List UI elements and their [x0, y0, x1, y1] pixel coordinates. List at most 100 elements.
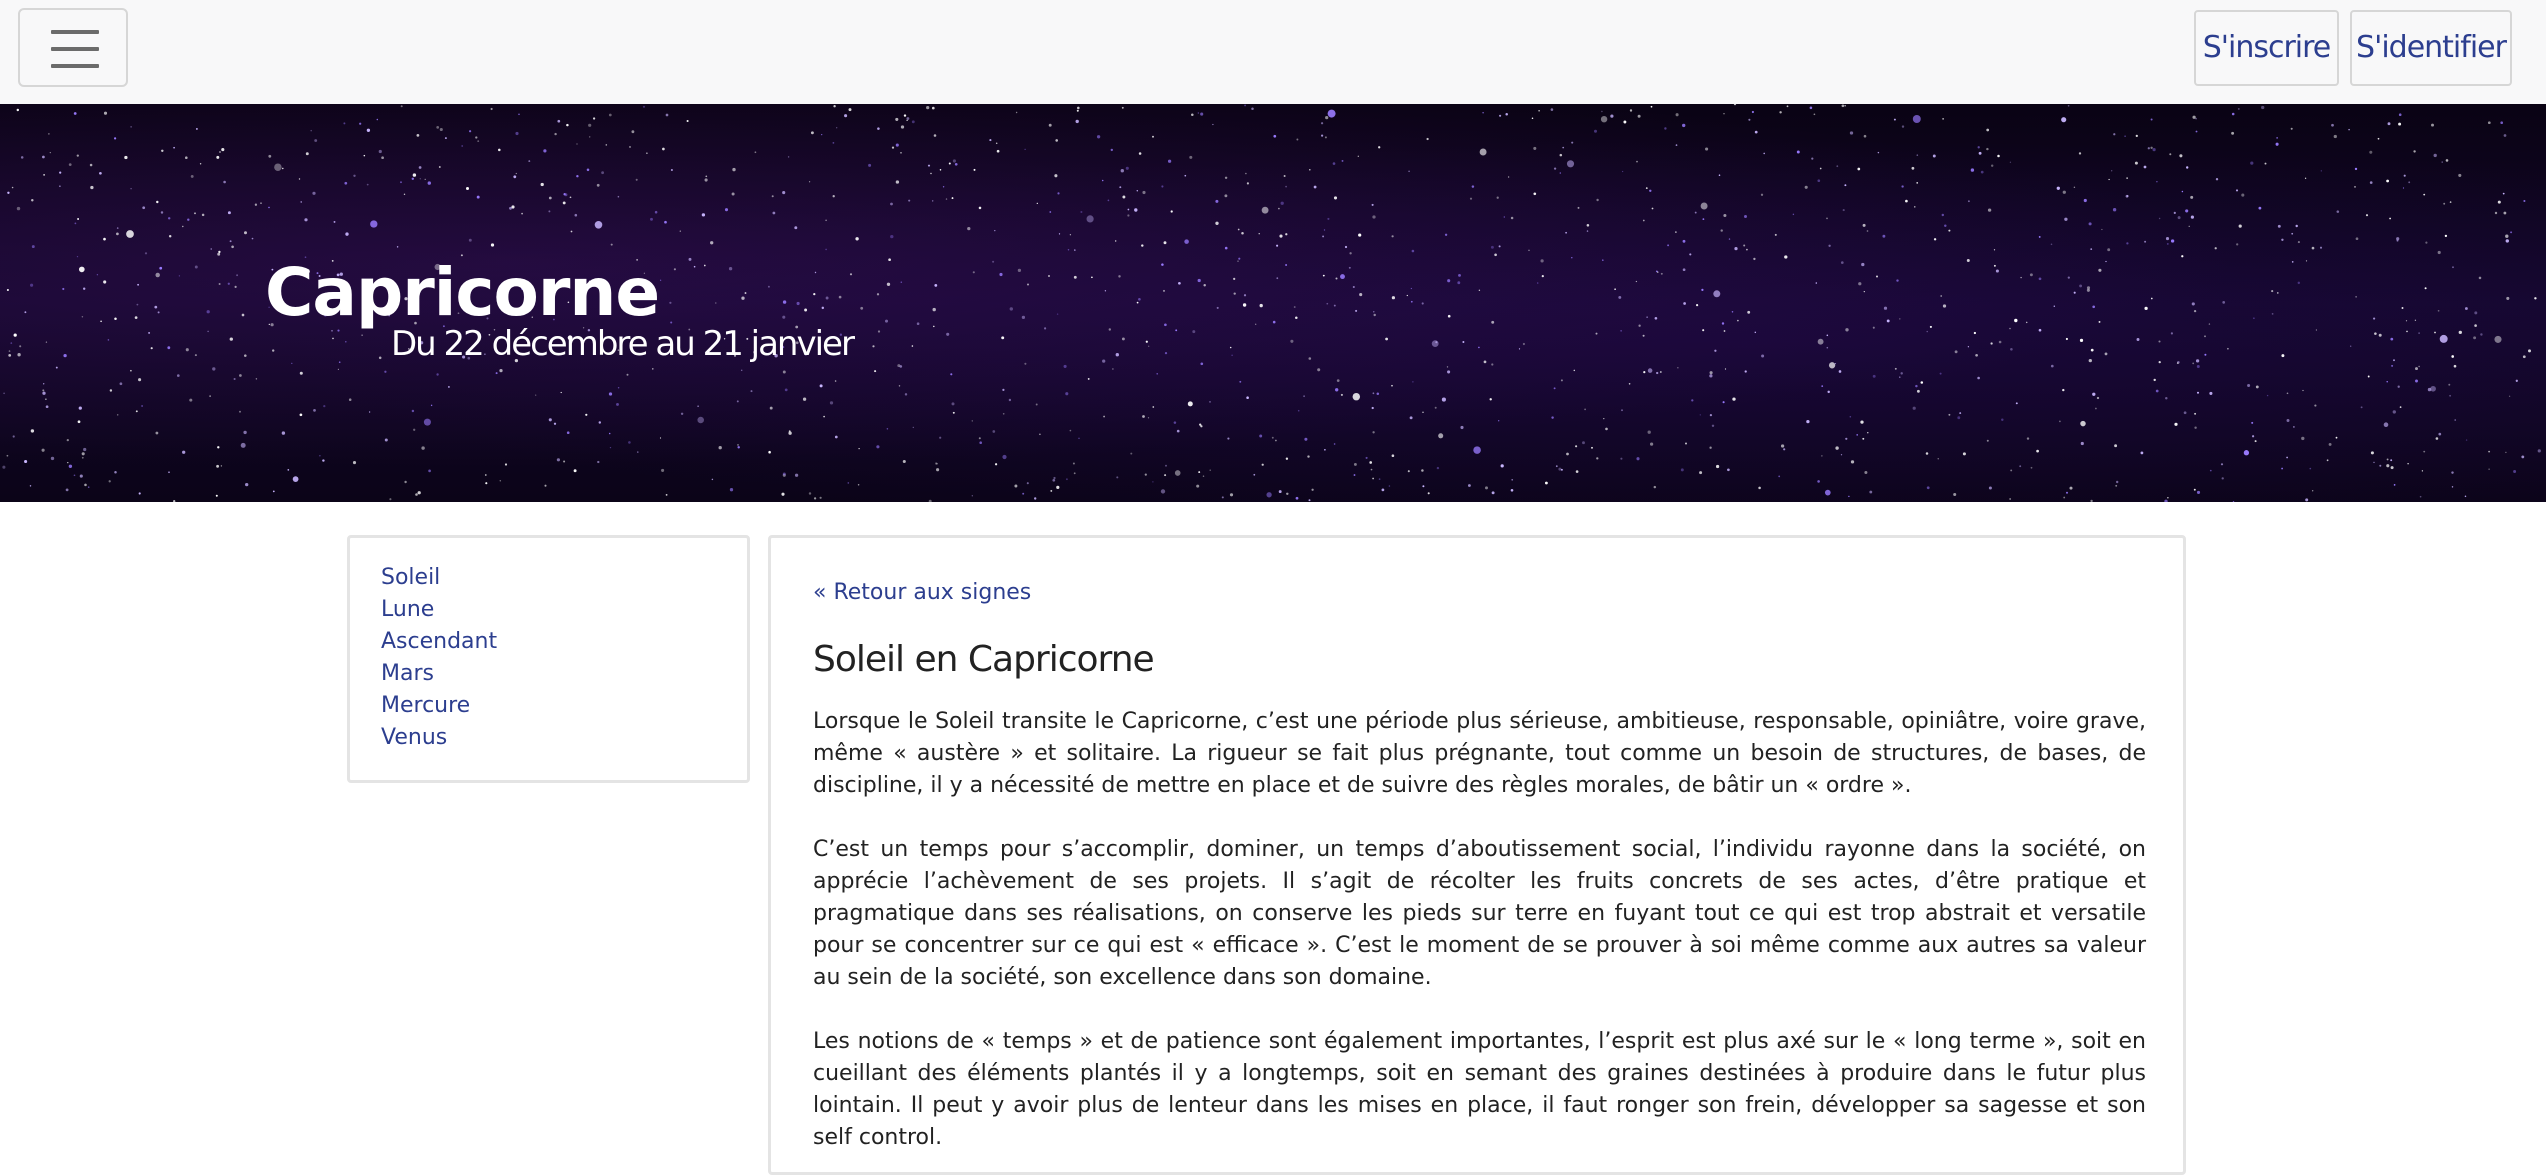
- star: [819, 496, 822, 499]
- star: [1977, 376, 1980, 380]
- star: [1845, 328, 1849, 332]
- star: [404, 480, 407, 484]
- star: [1373, 313, 1376, 317]
- star: [834, 380, 837, 382]
- star: [1571, 141, 1574, 144]
- star: [2192, 115, 2196, 119]
- star: [952, 411, 955, 414]
- star: [2150, 118, 2153, 121]
- star: [825, 219, 827, 222]
- star: [2098, 268, 2102, 272]
- star: [1200, 112, 1204, 116]
- star: [1496, 196, 1499, 199]
- star: [50, 456, 55, 461]
- star: [1544, 481, 1548, 485]
- login-button[interactable]: S'identifier: [2350, 10, 2512, 86]
- star: [1586, 224, 1590, 227]
- star: [715, 302, 717, 304]
- star: [45, 398, 47, 400]
- star: [1344, 245, 1348, 249]
- star: [2438, 432, 2442, 436]
- star: [1054, 174, 1058, 178]
- star: [1372, 215, 1376, 219]
- star: [664, 220, 667, 224]
- star: [2430, 385, 2436, 392]
- star: [1815, 282, 1818, 284]
- star: [154, 305, 158, 309]
- star: [2255, 385, 2259, 389]
- star: [291, 362, 293, 365]
- star: [48, 133, 50, 135]
- star: [2291, 232, 2294, 235]
- star: [1967, 200, 1970, 203]
- star: [1121, 106, 1124, 109]
- star: [2297, 281, 2301, 285]
- star: [1050, 489, 1053, 492]
- star: [2167, 497, 2169, 499]
- star: [2421, 470, 2424, 472]
- star: [2275, 142, 2279, 146]
- star: [1838, 370, 1842, 373]
- star: [1118, 275, 1121, 278]
- star: [814, 271, 817, 274]
- hamburger-menu-icon[interactable]: [18, 8, 128, 87]
- star: [282, 167, 284, 170]
- sidebar-item-venus[interactable]: Venus: [381, 722, 497, 754]
- star: [705, 175, 708, 178]
- star: [1231, 354, 1233, 356]
- sidebar-item-lune[interactable]: Lune: [381, 594, 497, 626]
- star: [646, 152, 648, 155]
- star: [239, 410, 241, 413]
- star: [1926, 486, 1930, 490]
- star: [2079, 338, 2084, 343]
- star: [903, 114, 907, 117]
- star: [631, 130, 635, 134]
- star: [417, 491, 421, 495]
- star: [673, 268, 676, 271]
- star: [2387, 122, 2391, 126]
- star: [439, 127, 443, 132]
- star: [1743, 244, 1746, 247]
- star: [1866, 230, 1869, 232]
- star: [1709, 374, 1713, 378]
- star: [1596, 457, 1599, 460]
- star: [2083, 198, 2087, 203]
- star: [160, 211, 164, 214]
- star: [731, 192, 735, 196]
- star: [201, 213, 205, 217]
- sidebar-item-ascendant[interactable]: Ascendant: [381, 626, 497, 658]
- sidebar-item-mercure[interactable]: Mercure: [381, 690, 497, 722]
- star: [1882, 234, 1886, 238]
- star: [1322, 235, 1325, 238]
- star: [1052, 478, 1056, 482]
- signup-button[interactable]: S'inscrire: [2194, 10, 2339, 86]
- star: [438, 166, 441, 168]
- star: [2439, 334, 2448, 343]
- sidebar-item-mars[interactable]: Mars: [381, 658, 497, 690]
- back-to-signs-link[interactable]: « Retour aux signes: [813, 580, 1031, 605]
- star: [610, 243, 613, 246]
- star: [42, 389, 45, 392]
- star: [1778, 475, 1781, 478]
- star: [1049, 211, 1052, 213]
- star: [1014, 484, 1018, 488]
- star: [823, 415, 825, 418]
- star: [2025, 321, 2028, 324]
- star: [1862, 437, 1865, 440]
- star: [635, 178, 638, 181]
- sidebar-item-soleil[interactable]: Soleil: [381, 562, 497, 594]
- star: [1174, 470, 1181, 476]
- star: [1057, 192, 1060, 195]
- star: [2196, 365, 2200, 368]
- star: [860, 306, 864, 310]
- star: [236, 274, 239, 277]
- star: [1197, 278, 1201, 283]
- star: [114, 317, 117, 321]
- star: [1558, 467, 1562, 471]
- star: [233, 377, 236, 381]
- star: [416, 134, 420, 137]
- star: [1335, 277, 1338, 280]
- star: [978, 437, 981, 440]
- star: [2390, 459, 2393, 462]
- star: [2254, 440, 2257, 443]
